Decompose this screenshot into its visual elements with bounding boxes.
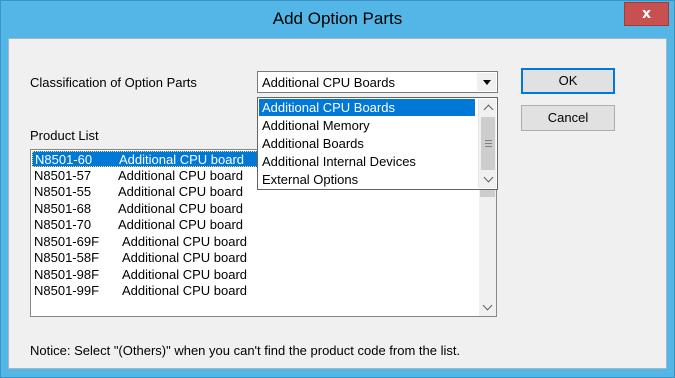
chevron-down-icon: [483, 172, 493, 183]
scroll-down-button[interactable]: [479, 299, 496, 316]
classification-dropdown-list[interactable]: External Options Additional Internal Devi…: [257, 97, 498, 190]
product-description: Additional CPU board: [119, 152, 245, 167]
product-list-label: Product List: [30, 128, 99, 143]
scrollbar-thumb[interactable]: [481, 117, 495, 170]
product-code: N8501-69F: [34, 233, 100, 249]
product-code: N8501-58F: [34, 250, 100, 265]
notice-text: Notice: Select "(Others)" when you can't…: [30, 343, 461, 358]
chevron-up-icon: [483, 104, 493, 115]
list-item[interactable]: N8501-70 Additional CPU board: [32, 217, 472, 233]
dropdown-option[interactable]: Additional Memory: [259, 117, 475, 134]
product-description: Additional CPU board: [122, 266, 248, 282]
product-code: N8501-99F: [34, 283, 100, 298]
dialog-window: Add Option Parts x Classification of Opt…: [0, 0, 675, 378]
chevron-down-icon: [482, 300, 493, 311]
product-description: Additional CPU board: [122, 250, 248, 265]
product-description: Additional CPU board: [122, 283, 248, 298]
list-item[interactable]: N8501-99F Additional CPU board: [32, 283, 472, 299]
title-bar[interactable]: Add Option Parts x: [1, 1, 674, 37]
product-description: Additional CPU board: [122, 233, 248, 249]
grip-icon: [484, 140, 492, 147]
classification-label: Classification of Option Parts: [30, 75, 197, 90]
list-item[interactable]: N8501-58F Additional CPU board: [32, 250, 472, 266]
product-description: Additional CPU board: [118, 217, 244, 232]
dropdown-option[interactable]: Additional CPU Boards: [259, 99, 475, 116]
list-item[interactable]: N8501-98F Additional CPU board: [32, 267, 472, 283]
product-code: N8501-55: [34, 184, 92, 199]
product-code: N8501-57: [34, 167, 92, 183]
product-code: N8501-60: [35, 152, 93, 167]
product-description: Additional CPU board: [118, 200, 244, 216]
dropdown-option[interactable]: Additional Boards: [259, 135, 475, 152]
dropdown-option[interactable]: External Options: [259, 171, 475, 188]
product-description: Additional CPU board: [118, 184, 244, 199]
classification-combobox[interactable]: Additional CPU Boards: [257, 71, 498, 93]
product-code: N8501-68: [34, 200, 92, 216]
scroll-down-button[interactable]: [479, 171, 497, 188]
dialog-body: Classification of Option Parts Additiona…: [8, 38, 667, 369]
cancel-button[interactable]: Cancel: [521, 105, 615, 131]
dropdown-scrollbar[interactable]: [478, 99, 496, 188]
ok-button[interactable]: OK: [521, 68, 615, 94]
list-item[interactable]: N8501-68 Additional CPU board: [32, 201, 472, 217]
dialog-title: Add Option Parts: [272, 9, 403, 28]
dropdown-option[interactable]: Additional Internal Devices: [259, 153, 475, 170]
classification-selected-value: Additional CPU Boards: [262, 75, 395, 90]
list-item[interactable]: N8501-69F Additional CPU board: [32, 234, 472, 250]
product-code: N8501-98F: [34, 266, 100, 282]
close-button[interactable]: x: [624, 2, 669, 26]
product-description: Additional CPU board: [118, 167, 244, 183]
product-code: N8501-70: [34, 217, 92, 232]
close-icon: x: [641, 6, 652, 22]
combo-dropdown-button[interactable]: [477, 73, 496, 91]
scroll-up-button[interactable]: [479, 99, 497, 116]
chevron-down-icon: [482, 79, 491, 85]
